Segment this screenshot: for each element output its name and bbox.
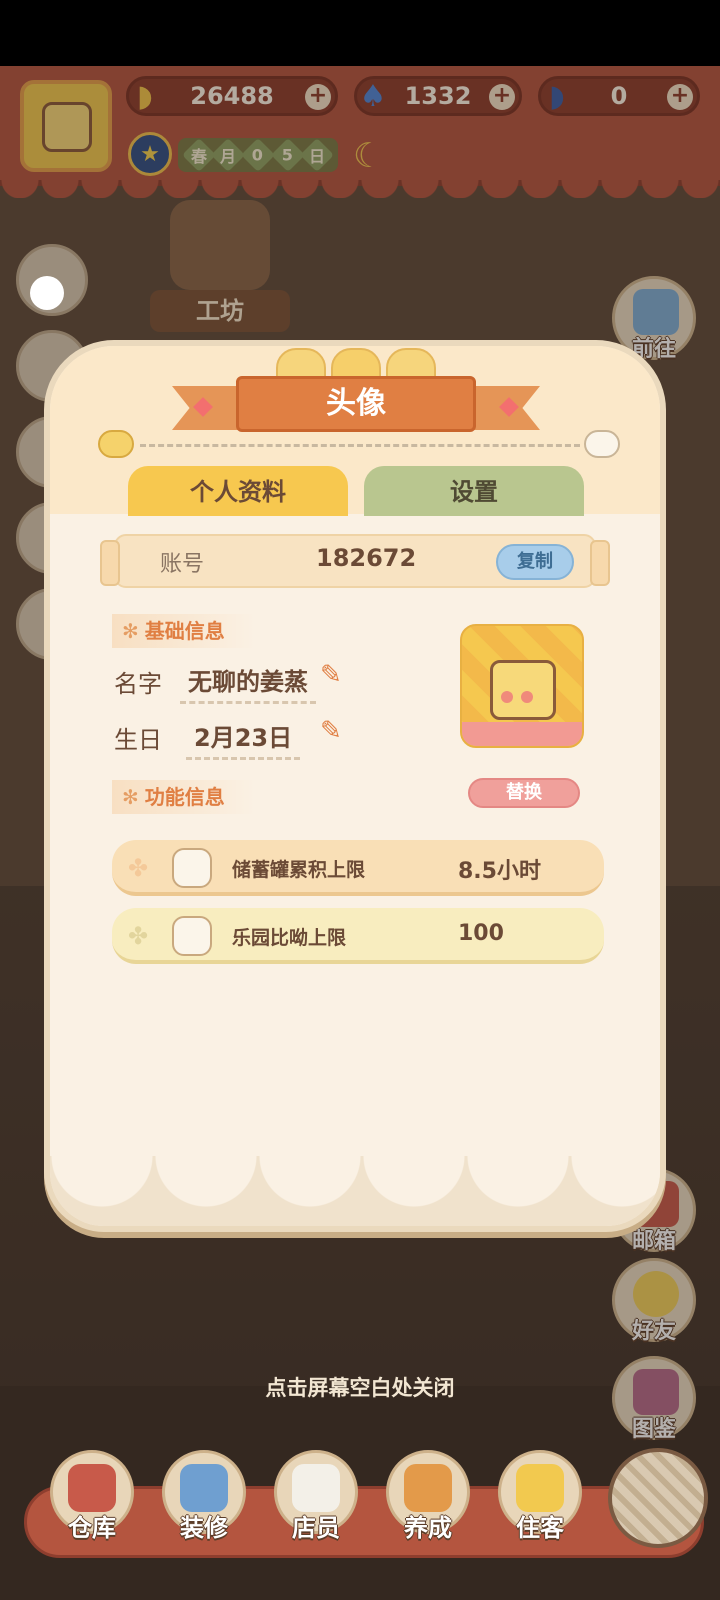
avatar-icon xyxy=(490,660,556,720)
avatar-dialog: 头像 个人资料 设置 账号 182672 复制 ✻ 基础信息 名字 无聊的姜蒸 ✎… xyxy=(44,340,666,1232)
cat-group-icon xyxy=(172,916,212,956)
clover-icon: ✤ xyxy=(128,922,149,950)
feature-row: ✤ 储蓄罐累积上限 8.5小时 xyxy=(112,840,604,896)
title-ribbon: 头像 xyxy=(172,376,540,432)
name-label: 名字 xyxy=(114,670,162,698)
nav-decorate-label: 装修 xyxy=(180,1514,228,1542)
function-info-label: 功能信息 xyxy=(144,785,225,809)
birthday-value: 2月23日 xyxy=(186,718,301,760)
cat-staff-icon xyxy=(292,1464,340,1512)
clover-icon: ✻ xyxy=(122,619,139,643)
name-value: 无聊的姜蒸 xyxy=(180,662,316,704)
account-id: 182672 xyxy=(316,544,417,572)
nav-develop-label: 养成 xyxy=(404,1514,452,1542)
clover-icon: ✻ xyxy=(122,785,139,809)
feature-name: 乐园比呦上限 xyxy=(232,927,347,949)
chick-icon xyxy=(584,430,620,458)
account-label: 账号 xyxy=(160,552,205,577)
piggy-bank-icon xyxy=(172,848,212,888)
feature-value: 8.5小时 xyxy=(458,859,541,884)
status-bar xyxy=(0,0,720,66)
bottom-nav: 仓库 装修 店员 养成 住客 xyxy=(24,1448,720,1582)
pencil-icon[interactable]: ✎ xyxy=(320,716,342,746)
tab-settings[interactable]: 设置 xyxy=(364,466,584,516)
dashed-divider xyxy=(140,444,580,447)
basic-info-label: 基础信息 xyxy=(144,619,225,643)
cat-heart-icon xyxy=(404,1464,452,1512)
nav-warehouse[interactable]: 仓库 xyxy=(46,1450,138,1554)
function-info-heading: ✻ 功能信息 xyxy=(112,780,255,814)
dialog-title: 头像 xyxy=(236,376,476,432)
chick-guest-icon xyxy=(516,1464,564,1512)
warehouse-icon xyxy=(68,1464,116,1512)
tab-profile[interactable]: 个人资料 xyxy=(128,466,348,516)
nav-develop[interactable]: 养成 xyxy=(382,1450,474,1554)
paint-brush-icon xyxy=(180,1464,228,1512)
nav-warehouse-label: 仓库 xyxy=(68,1514,116,1542)
close-hint: 点击屏幕空白处关闭 xyxy=(265,1376,455,1400)
nav-staff[interactable]: 店员 xyxy=(270,1450,362,1554)
feature-row: ✤ 乐园比呦上限 100 xyxy=(112,908,604,964)
nav-guests-label: 住客 xyxy=(516,1514,564,1542)
birthday-label: 生日 xyxy=(114,726,162,754)
feature-name: 储蓄罐累积上限 xyxy=(232,859,366,881)
feature-value: 100 xyxy=(458,921,504,946)
account-row: 账号 182672 复制 xyxy=(100,534,610,588)
pencil-icon[interactable]: ✎ xyxy=(320,660,342,690)
touch-indicator xyxy=(30,276,64,310)
avatar-portrait[interactable] xyxy=(460,624,584,748)
basic-info-heading: ✻ 基础信息 xyxy=(112,614,255,648)
dialog-wave-border xyxy=(50,1156,660,1226)
nav-guests[interactable]: 住客 xyxy=(494,1450,586,1554)
chick-icon xyxy=(98,430,134,458)
nav-decorate[interactable]: 装修 xyxy=(158,1450,250,1554)
copy-button[interactable]: 复制 xyxy=(496,544,574,580)
yarn-ball-icon[interactable] xyxy=(608,1448,708,1548)
replace-avatar-button[interactable]: 替换 xyxy=(468,778,580,808)
clover-icon: ✤ xyxy=(128,854,149,882)
nav-staff-label: 店员 xyxy=(292,1514,340,1542)
